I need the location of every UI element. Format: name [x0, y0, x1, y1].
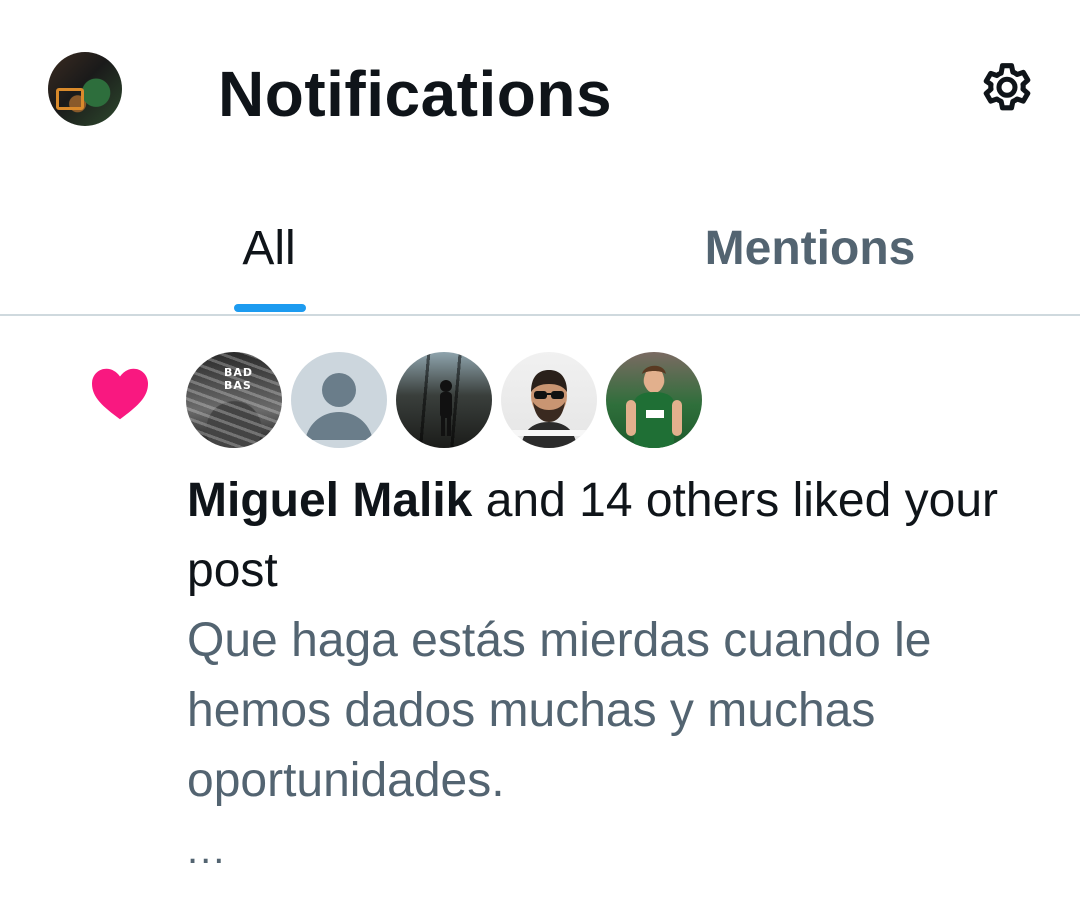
post-preview-text: Que haga estás mierdas cuando le hemos d… [187, 614, 932, 807]
more-ellipsis: ... [187, 828, 227, 872]
avatar-photo-detail [56, 88, 84, 110]
default-person-icon [305, 373, 373, 440]
settings-button[interactable] [972, 56, 1042, 126]
man-with-sunglasses-icon [511, 370, 587, 448]
tab-all-label: All [242, 222, 296, 275]
tab-all[interactable]: All [0, 190, 540, 314]
liker-avatar-5[interactable] [606, 352, 702, 448]
top-bar: Notifications [0, 0, 1080, 180]
gear-icon [983, 63, 1031, 111]
liker-avatar-4[interactable] [501, 352, 597, 448]
heart-icon [92, 368, 148, 420]
notification-tabs: All Mentions [0, 190, 1080, 316]
notification-summary: Miguel Malik and 14 others liked your po… [187, 466, 1047, 606]
tab-mentions-label: Mentions [704, 222, 916, 275]
liker-avatar-3[interactable] [396, 352, 492, 448]
active-tab-indicator [234, 304, 306, 312]
tab-mentions[interactable]: Mentions [540, 190, 1080, 314]
notification-item[interactable]: BAD BAS Miguel Malik and 14 others liked… [0, 318, 1080, 903]
liker-avatar-1[interactable]: BAD BAS [186, 352, 282, 448]
avatar-sign-text: BAD BAS [224, 366, 254, 392]
liker-avatar-default[interactable] [291, 352, 387, 448]
person-silhouette-icon [440, 380, 452, 436]
basketball-player-icon [626, 365, 682, 448]
account-avatar[interactable] [48, 52, 122, 126]
actor-name[interactable]: Miguel Malik [187, 474, 472, 527]
liker-avatars: BAD BAS [186, 352, 702, 450]
page-title: Notifications [218, 58, 613, 130]
